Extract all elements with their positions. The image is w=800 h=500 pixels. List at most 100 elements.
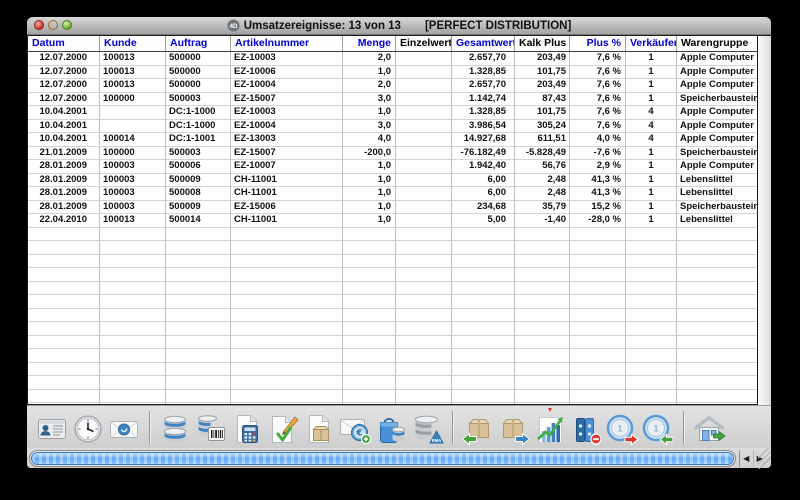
- cell-warengruppe: [677, 268, 757, 282]
- bag-database-icon[interactable]: [373, 408, 409, 446]
- cell-artikelnummer: [231, 390, 343, 404]
- table-row-12[interactable]: 28.01.2009100003500009EZ-150061,0234,683…: [28, 201, 757, 215]
- cell-kalk-plus: [515, 349, 570, 363]
- contact-card-icon[interactable]: [34, 408, 70, 446]
- cell-datum: [28, 336, 100, 350]
- window-controls: [34, 20, 72, 30]
- horizontal-scrollbar[interactable]: [29, 450, 736, 467]
- cell-artikelnummer: [231, 376, 343, 390]
- cell-auftrag: 500000: [166, 79, 231, 93]
- cell-plus-prozent: [570, 309, 626, 323]
- column-header-menge[interactable]: Menge: [343, 36, 396, 51]
- table-row-10[interactable]: 28.01.2009100003500009CH-110011,06,002,4…: [28, 174, 757, 188]
- table-row-empty[interactable]: [28, 336, 757, 350]
- table-row-empty[interactable]: [28, 241, 757, 255]
- table-row-1[interactable]: 12.07.2000100013500000EZ-100032,02.657,7…: [28, 52, 757, 66]
- horizontal-scrollbar-thumb[interactable]: [31, 452, 734, 465]
- table-row-empty[interactable]: [28, 322, 757, 336]
- cell-auftrag: [166, 336, 231, 350]
- column-header-einzelwert[interactable]: Einzelwert: [396, 36, 452, 51]
- cell-einzelwert: [396, 336, 452, 350]
- column-header-datum[interactable]: Datum: [28, 36, 100, 51]
- cell-verkaeufer: 4: [626, 106, 677, 120]
- cell-plus-prozent: 7,6 %: [570, 79, 626, 93]
- table-row-5[interactable]: 10.04.2001DC:1-1000EZ-100031,01.328,8510…: [28, 106, 757, 120]
- table-row-7[interactable]: 10.04.2001100014DC:1-1001EZ-130034,014.9…: [28, 133, 757, 147]
- table-row-empty[interactable]: [28, 282, 757, 296]
- box-arrow-out-icon[interactable]: [496, 408, 532, 446]
- table-row-empty[interactable]: [28, 363, 757, 377]
- vertical-scrollbar[interactable]: [758, 35, 771, 405]
- table-row-4[interactable]: 12.07.2000100000500003EZ-150073,01.142,7…: [28, 93, 757, 107]
- table-row-empty[interactable]: [28, 309, 757, 323]
- cell-kalk-plus: 203,49: [515, 52, 570, 66]
- table-row-empty[interactable]: [28, 295, 757, 309]
- cell-auftrag: 500009: [166, 201, 231, 215]
- cell-warengruppe: Speicherbaustein: [677, 147, 757, 161]
- mail-euro-icon[interactable]: €: [337, 408, 373, 446]
- table-row-8[interactable]: 21.01.2009100000500003EZ-15007-200,0-76.…: [28, 147, 757, 161]
- zoom-button[interactable]: [62, 20, 72, 30]
- coin-arrow-out-icon[interactable]: 1: [604, 408, 640, 446]
- toolbar-separator: [683, 411, 684, 444]
- table-row-empty[interactable]: [28, 228, 757, 242]
- column-header-kunde[interactable]: Kunde: [100, 36, 166, 51]
- cell-gesamtwert: [452, 268, 515, 282]
- cell-artikelnummer: [231, 349, 343, 363]
- table-row-13[interactable]: 22.04.2010100013500014CH-110011,05,00-1,…: [28, 214, 757, 228]
- document-pencil-icon[interactable]: [265, 408, 301, 446]
- document-package-icon[interactable]: [301, 408, 337, 446]
- cell-kunde: 100003: [100, 201, 166, 215]
- cell-gesamtwert: [452, 255, 515, 269]
- cell-kalk-plus: [515, 322, 570, 336]
- cell-auftrag: 500006: [166, 160, 231, 174]
- table-row-empty[interactable]: [28, 390, 757, 404]
- column-header-warengruppe[interactable]: Warengruppe: [677, 36, 757, 51]
- cell-menge: [343, 268, 396, 282]
- database-barcode-icon[interactable]: [193, 408, 229, 446]
- titlebar[interactable]: 4D Umsatzereignisse: 13 von 13 [PERFECT …: [27, 17, 771, 35]
- coin-arrow-in-icon[interactable]: 1: [640, 408, 676, 446]
- close-button[interactable]: [34, 20, 44, 30]
- column-header-auftrag[interactable]: Auftrag: [166, 36, 231, 51]
- cell-datum: 10.04.2001: [28, 120, 100, 134]
- scroll-left-arrow-icon[interactable]: ◀: [740, 450, 754, 467]
- table-row-2[interactable]: 12.07.2000100013500000EZ-100061,01.328,8…: [28, 66, 757, 80]
- binders-minus-icon[interactable]: [568, 408, 604, 446]
- home-icon[interactable]: [691, 408, 727, 446]
- table-row-9[interactable]: 28.01.2009100003500006EZ-100071,01.942,4…: [28, 160, 757, 174]
- clock-icon[interactable]: [70, 408, 106, 446]
- table-row-3[interactable]: 12.07.2000100013500000EZ-100042,02.657,7…: [28, 79, 757, 93]
- database-rma-icon[interactable]: RMA: [409, 408, 445, 446]
- mail-icon[interactable]: [106, 408, 142, 446]
- column-header-verkaeufer[interactable]: Verkäufer: [626, 36, 677, 51]
- table-row-11[interactable]: 28.01.2009100003500008CH-110011,06,002,4…: [28, 187, 757, 201]
- cell-kunde: 100014: [100, 133, 166, 147]
- cell-verkaeufer: [626, 363, 677, 377]
- column-header-kalk-plus[interactable]: Kalk Plus: [515, 36, 570, 51]
- table-row-6[interactable]: 10.04.2001DC:1-1000EZ-100043,03.986,5430…: [28, 120, 757, 134]
- resize-grip[interactable]: [758, 448, 771, 469]
- cell-einzelwert: [396, 282, 452, 296]
- column-header-plus-prozent[interactable]: Plus %: [570, 36, 626, 51]
- document-calculator-icon[interactable]: [229, 408, 265, 446]
- column-header-artikelnummer[interactable]: Artikelnummer: [231, 36, 343, 51]
- cell-artikelnummer: CH-11001: [231, 187, 343, 201]
- table-row-empty[interactable]: [28, 255, 757, 269]
- cell-einzelwert: [396, 390, 452, 404]
- cell-plus-prozent: 4,0 %: [570, 133, 626, 147]
- column-header-gesamtwert[interactable]: Gesamtwert: [452, 36, 515, 51]
- cell-menge: [343, 336, 396, 350]
- table-row-empty[interactable]: [28, 268, 757, 282]
- table-row-empty[interactable]: [28, 376, 757, 390]
- cell-kalk-plus: [515, 255, 570, 269]
- table-row-empty[interactable]: [28, 349, 757, 363]
- table-row-empty[interactable]: [28, 403, 757, 404]
- database-icon[interactable]: [157, 408, 193, 446]
- cell-artikelnummer: EZ-15007: [231, 147, 343, 161]
- cell-gesamtwert: 2.657,70: [452, 52, 515, 66]
- box-arrow-in-icon[interactable]: [460, 408, 496, 446]
- list-region: DatumKundeAuftragArtikelnummerMengeEinze…: [27, 35, 771, 405]
- chart-trend-icon[interactable]: ▼: [532, 408, 568, 446]
- minimize-button[interactable]: [48, 20, 58, 30]
